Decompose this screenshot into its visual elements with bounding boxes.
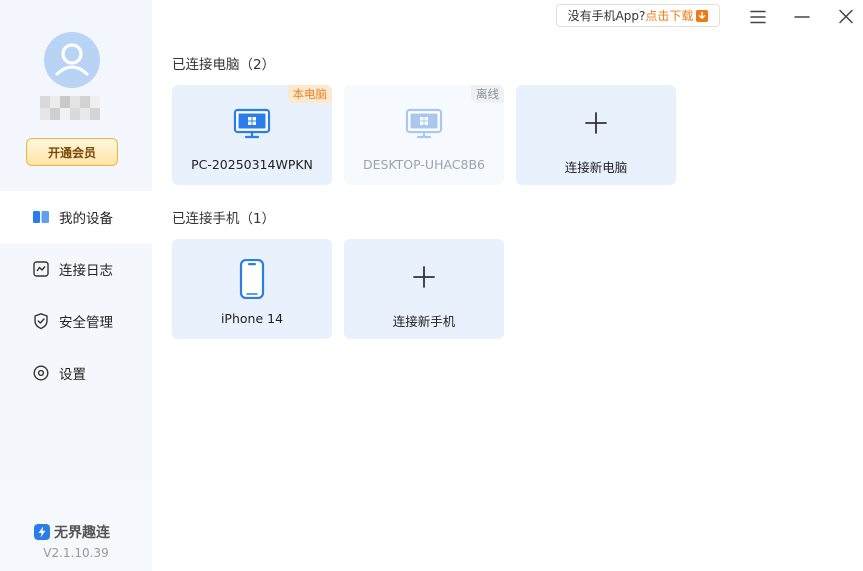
sidebar-item-label: 安全管理 — [59, 315, 113, 331]
add-phone-button[interactable]: 连接新手机 — [344, 239, 504, 339]
settings-icon — [33, 365, 49, 381]
download-link-text: 点击下载 — [645, 9, 694, 23]
monitor-icon — [233, 108, 271, 139]
menu-icon[interactable] — [746, 6, 770, 28]
sidebar-item-settings[interactable]: 设置 — [0, 347, 152, 399]
brand-name: 无界趣连 — [54, 525, 110, 541]
sidebar-item-label: 设置 — [59, 367, 86, 383]
download-prompt: 没有手机App? — [567, 9, 646, 23]
close-icon[interactable] — [834, 6, 858, 28]
phone-name: iPhone 14 — [220, 311, 284, 326]
avatar[interactable] — [44, 32, 100, 88]
monitor-icon — [405, 108, 443, 139]
shield-icon — [34, 313, 48, 330]
computer-card-offline[interactable]: 离线 DESKTOP-UHAC8B6 — [344, 85, 504, 185]
local-device-tag: 本电脑 — [287, 85, 332, 103]
computer-name: DESKTOP-UHAC8B6 — [362, 157, 486, 172]
user-icon — [55, 43, 89, 76]
download-icon — [696, 9, 709, 22]
add-computer-label: 连接新电脑 — [564, 160, 628, 175]
brand: 无界趣连 — [34, 522, 110, 542]
sidebar: 开通会员 我的设备 连接日志 安全管理 设置 无界趣连 V2.1.10.39 — [0, 0, 152, 571]
plus-icon — [413, 266, 435, 288]
sidebar-item-label: 我的设备 — [59, 211, 113, 227]
minimize-icon[interactable] — [790, 6, 814, 28]
offline-tag: 离线 — [471, 85, 504, 103]
username-blurred — [40, 96, 100, 120]
phone-icon — [239, 259, 265, 299]
vip-button[interactable]: 开通会员 — [26, 138, 118, 166]
computer-card-local[interactable]: 本电脑 PC-20250314WPKN — [172, 85, 332, 185]
download-app-link[interactable]: 没有手机App? 点击下载 — [556, 4, 720, 27]
computer-name: PC-20250314WPKN — [191, 157, 313, 172]
app-version: V2.1.10.39 — [43, 546, 109, 560]
bolt-logo-icon — [34, 524, 50, 540]
computers-section-title: 已连接电脑（2） — [172, 57, 276, 73]
add-phone-label: 连接新手机 — [392, 314, 456, 329]
sidebar-item-security[interactable]: 安全管理 — [0, 295, 152, 347]
add-computer-button[interactable]: 连接新电脑 — [516, 85, 676, 185]
phone-card[interactable]: iPhone 14 — [172, 239, 332, 339]
sidebar-item-connection-log[interactable]: 连接日志 — [0, 243, 152, 295]
sidebar-nav: 我的设备 连接日志 安全管理 设置 — [0, 191, 152, 399]
sidebar-item-label: 连接日志 — [59, 263, 113, 279]
log-icon — [33, 261, 49, 277]
devices-icon — [33, 211, 49, 223]
phones-section-title: 已连接手机（1） — [172, 211, 276, 227]
sidebar-item-my-devices[interactable]: 我的设备 — [0, 191, 152, 243]
plus-icon — [585, 112, 607, 134]
